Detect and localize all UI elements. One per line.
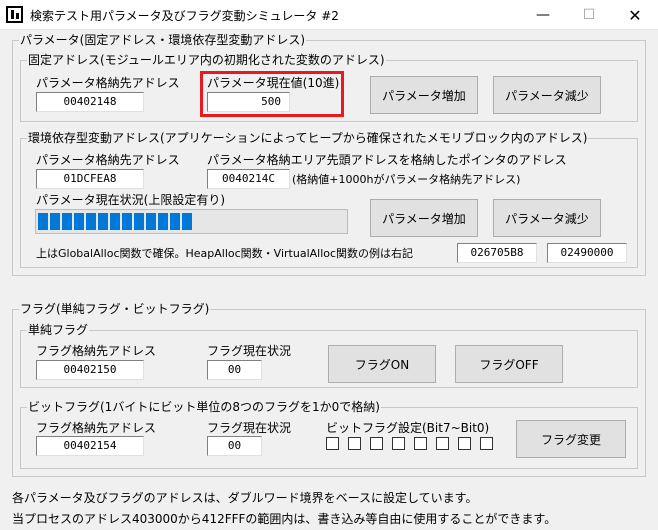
flag-group-label: フラグ(単純フラグ・ビットフラグ) [19,302,211,316]
bit3-checkbox[interactable] [414,437,427,450]
progress-segment [182,213,192,230]
bit-flag-setting-label: ビットフラグ設定(Bit7~Bit0) [326,421,490,435]
env-pointer-addr-field[interactable]: 0040214C [207,169,290,189]
bit1-checkbox[interactable] [458,437,471,450]
env-pointer-note: (格納値+1000hがパラメータ格納先アドレス) [292,173,521,186]
highlight-box [200,71,344,117]
fixed-param-addr-field[interactable]: 00402148 [36,92,144,112]
progress-segment [158,213,168,230]
env-param-status-label: パラメータ現在状況(上限設定有り) [36,193,226,207]
footer-note-1: 各パラメータ及びフラグのアドレスは、ダブルワード境界をベースに設定しています。 [12,491,478,505]
simple-flag-addr-label: フラグ格納先アドレス [36,344,157,358]
progress-segment [38,213,48,230]
bit-flag-group-label: ビットフラグ(1バイトにビット単位の8つのフラグを1か0で格納) [27,400,381,414]
env-param-increase-button[interactable]: パラメータ増加 [370,199,478,237]
progress-segment [86,213,96,230]
bit5-checkbox[interactable] [370,437,383,450]
fixed-param-addr-label: パラメータ格納先アドレス [36,76,180,90]
progress-segment [170,213,180,230]
progress-segment [146,213,156,230]
bit4-checkbox[interactable] [392,437,405,450]
bit-flag-status-label: フラグ現在状況 [207,421,292,435]
progress-segment [134,213,144,230]
window-title: 検索テスト用パラメータ及びフラグ変動シミュレータ #2 [30,9,339,23]
virtualalloc-addr-field[interactable]: 02490000 [547,243,627,263]
fixed-param-decrease-button[interactable]: パラメータ減少 [493,76,601,114]
bit-flag-addr-field[interactable]: 00402154 [36,436,144,456]
simple-flag-status-field[interactable]: 00 [207,360,262,380]
flag-on-button[interactable]: フラグON [328,345,436,383]
fixed-address-group-label: 固定アドレス(モジュールエリア内の初期化された変数のアドレス) [27,53,386,67]
env-address-group-label: 環境依存型変動アドレス(アプリケーションによってヒープから確保されたメモリブロッ… [27,131,589,145]
progress-segment [98,213,108,230]
progress-segment [74,213,84,230]
heapalloc-addr-field[interactable]: 026705B8 [457,243,537,263]
bit7-checkbox[interactable] [326,437,339,450]
parameter-group-label: パラメータ(固定アドレス・環境依存型変動アドレス) [19,33,307,47]
simple-flag-addr-field[interactable]: 00402150 [36,360,144,380]
close-button[interactable]: ✕ [612,0,658,30]
env-pointer-addr-label: パラメータ格納エリア先頭アドレスを格納したポインタのアドレス [207,153,567,167]
maximize-button[interactable]: ☐ [566,0,612,30]
title-bar: 検索テスト用パラメータ及びフラグ変動シミュレータ #2 — ☐ ✕ [0,0,658,30]
progress-segment [110,213,120,230]
env-param-addr-field[interactable]: 01DCFEA8 [36,169,144,189]
fixed-param-increase-button[interactable]: パラメータ増加 [370,76,478,114]
progress-segment [122,213,132,230]
progress-segment [50,213,60,230]
bit-flag-status-field[interactable]: 00 [207,436,262,456]
alloc-note: 上はGlobalAlloc関数で確保。HeapAlloc関数・VirtualAl… [36,247,414,260]
simple-flag-group-label: 単純フラグ [27,323,90,337]
bit2-checkbox[interactable] [436,437,449,450]
flag-change-button[interactable]: フラグ変更 [516,420,626,458]
minimize-button[interactable]: — [520,0,566,30]
bit-flag-addr-label: フラグ格納先アドレス [36,421,157,435]
progress-segment [62,213,72,230]
env-param-progress-bar [35,209,348,234]
env-param-decrease-button[interactable]: パラメータ減少 [493,199,601,237]
flag-off-button[interactable]: フラグOFF [455,345,563,383]
app-icon [6,6,23,23]
bit6-checkbox[interactable] [348,437,361,450]
env-param-addr-label: パラメータ格納先アドレス [36,153,180,167]
simple-flag-status-label: フラグ現在状況 [207,344,292,358]
footer-note-2: 当プロセスのアドレス403000から412FFFの範囲内は、書き込み等自由に使用… [12,512,557,526]
bit0-checkbox[interactable] [480,437,493,450]
